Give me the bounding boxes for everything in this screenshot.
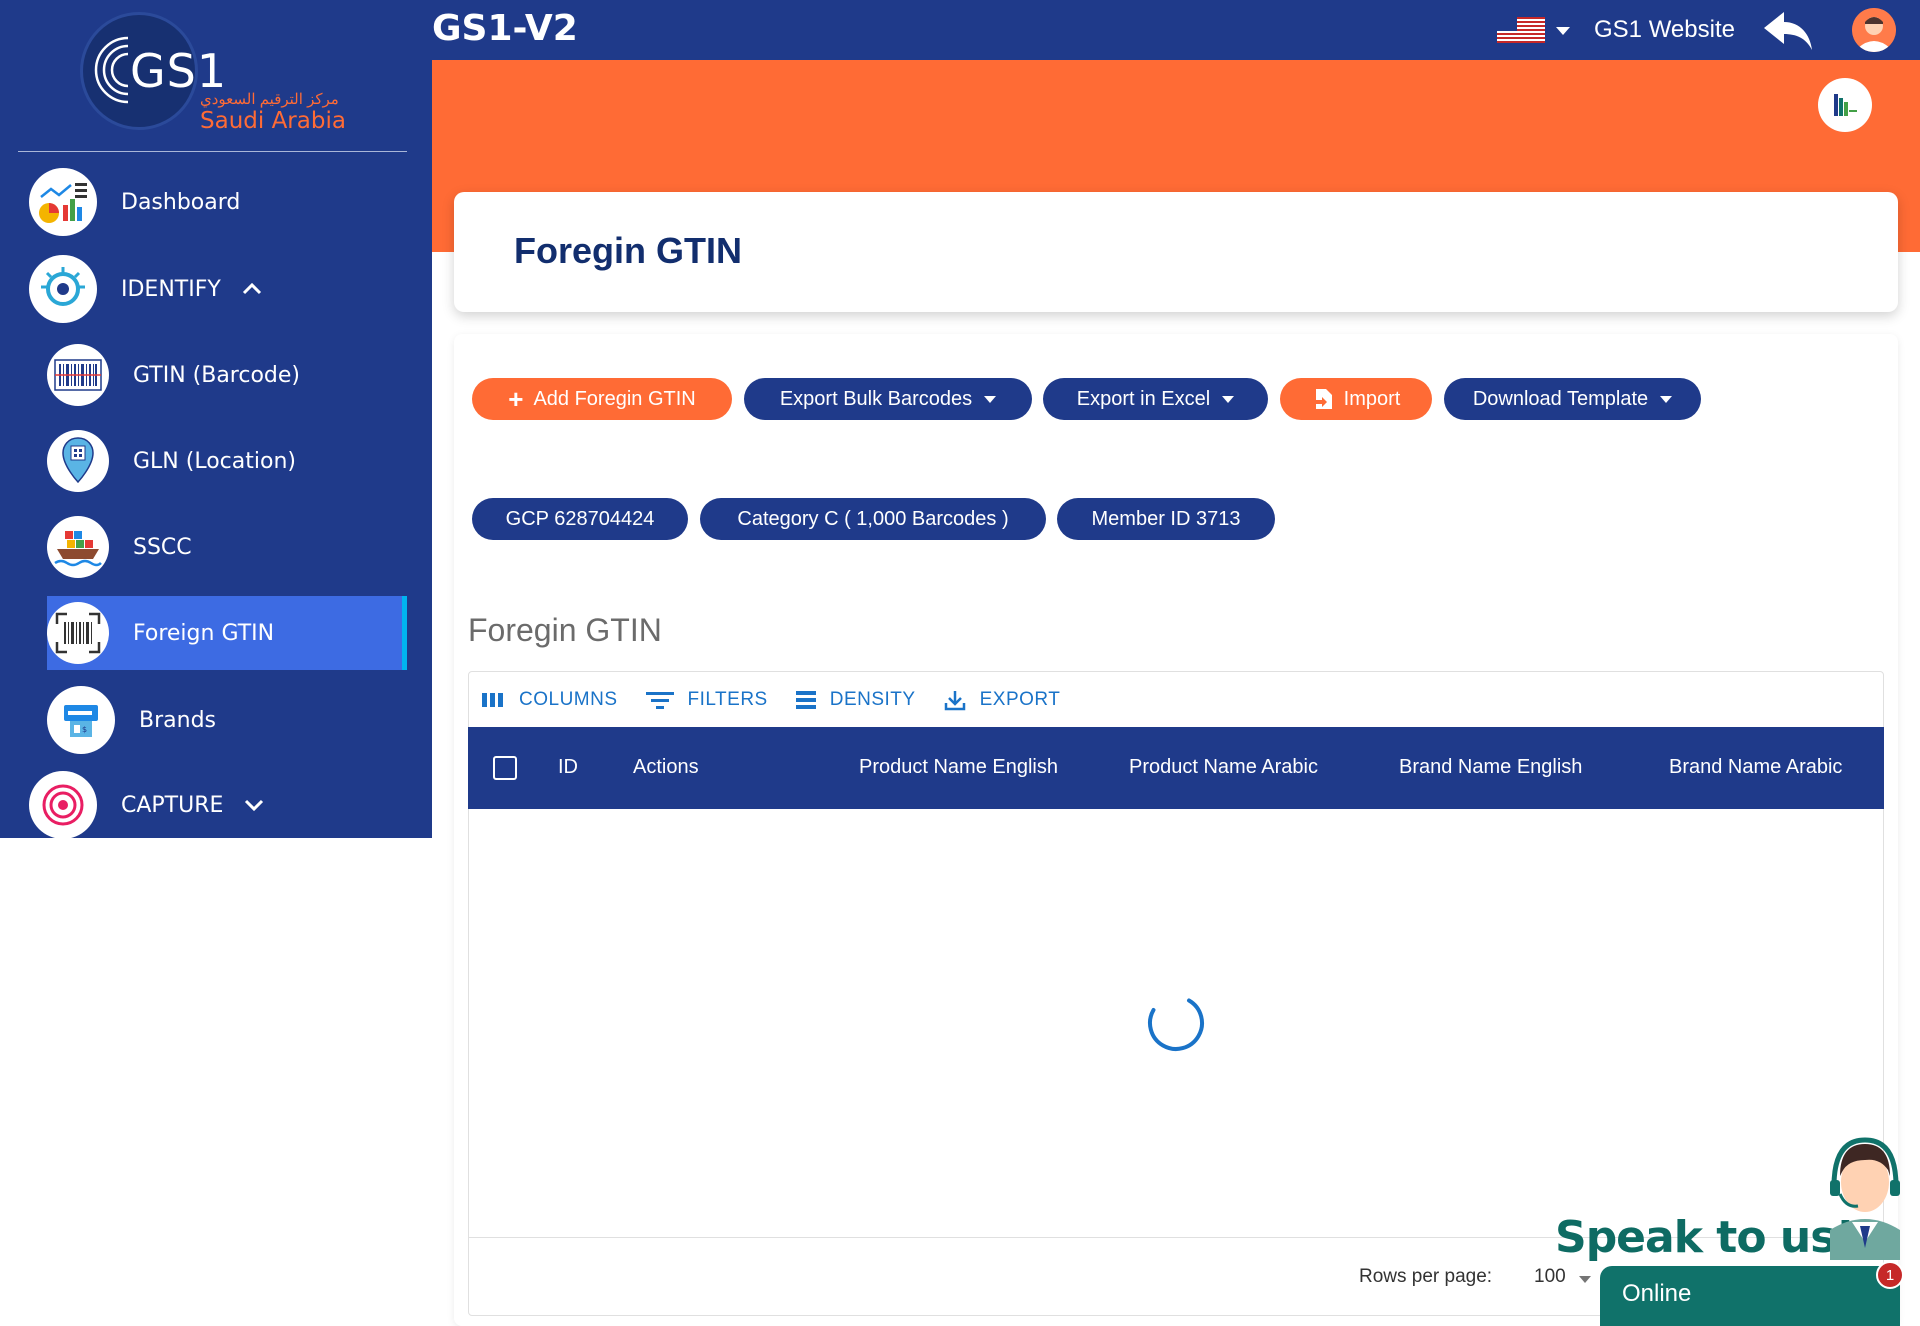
svg-text:$: $ (82, 725, 87, 734)
import-file-icon (1313, 389, 1332, 409)
caret-down-icon (1222, 395, 1235, 403)
export-button[interactable]: EXPORT (944, 689, 1061, 711)
column-header-actions[interactable]: Actions (633, 756, 699, 779)
back-arrow-icon[interactable] (1762, 8, 1816, 54)
grid-header: ID Actions Product Name English Product … (468, 727, 1884, 809)
sidebar: GS1 مركز الترقيم السعودي Saudi Arabia Da… (0, 0, 432, 839)
chat-notification-badge: 1 (1876, 1261, 1904, 1289)
sidebar-item-dashboard[interactable]: Dashboard (29, 168, 240, 236)
export-bulk-barcodes-button[interactable]: Export Bulk Barcodes (744, 378, 1032, 420)
dashboard-chart-icon (29, 168, 97, 236)
density-button[interactable]: DENSITY (795, 688, 916, 711)
export-label: EXPORT (979, 688, 1061, 710)
location-pin-icon (47, 430, 109, 492)
sidebar-item-label: Foreign GTIN (133, 620, 275, 646)
import-label: Import (1343, 387, 1401, 410)
us-flag-icon[interactable] (1497, 17, 1545, 43)
column-header-product-name-english[interactable]: Product Name English (859, 756, 1058, 779)
sidebar-item-sscc[interactable]: SSCC (47, 515, 192, 579)
sidebar-item-gtin[interactable]: GTIN (Barcode) (47, 343, 300, 407)
column-header-id[interactable]: ID (558, 756, 578, 779)
grid-toolbar: COLUMNS FILTERS DENSITY EXPORT (469, 672, 1883, 727)
category-chip: Category C ( 1,000 Barcodes ) (700, 498, 1046, 540)
target-icon (29, 771, 97, 839)
rows-per-page-select[interactable]: 100 (1534, 1266, 1566, 1288)
filter-icon (645, 691, 674, 709)
logo-arabic-text: مركز الترقيم السعودي (200, 91, 339, 108)
sidebar-divider (18, 151, 407, 152)
app-title: GS1-V2 (432, 8, 578, 49)
column-header-brand-name-english[interactable]: Brand Name English (1399, 756, 1582, 779)
page-title: Foregin GTIN (514, 230, 742, 271)
add-foreign-gtin-label: Add Foregin GTIN (533, 387, 696, 410)
support-agent-icon[interactable] (1810, 1130, 1920, 1260)
gcp-chip: GCP 628704424 (472, 498, 688, 540)
sidebar-item-label: CAPTURE (121, 792, 224, 818)
export-in-excel-button[interactable]: Export in Excel (1043, 378, 1268, 420)
chat-status-label: Online (1622, 1280, 1692, 1307)
scan-barcode-icon (47, 602, 109, 664)
sidebar-item-label: SSCC (133, 534, 192, 560)
sidebar-item-label: IDENTIFY (121, 276, 221, 302)
gs1-website-link[interactable]: GS1 Website (1594, 16, 1735, 44)
density-icon (795, 690, 816, 709)
sidebar-item-capture[interactable]: CAPTURE (29, 771, 265, 839)
section-title: Foregin GTIN (468, 612, 662, 648)
rows-per-page-caret-icon[interactable] (1579, 1276, 1591, 1283)
gs1-logo[interactable]: GS1 مركز الترقيم السعودي Saudi Arabia (0, 0, 432, 150)
eye-icon (29, 255, 97, 323)
member-id-chip: Member ID 3713 (1057, 498, 1275, 540)
sidebar-item-foreign-gtin[interactable]: Foreign GTIN (47, 596, 407, 670)
columns-label: COLUMNS (519, 688, 618, 710)
chevron-down-icon (245, 799, 264, 812)
sidebar-item-brands[interactable]: $ Brands (47, 686, 216, 754)
sidebar-item-label: Dashboard (121, 189, 241, 215)
sidebar-item-gln[interactable]: GLN (Location) (47, 429, 296, 493)
columns-icon (482, 692, 503, 707)
filters-label: FILTERS (687, 688, 768, 710)
download-template-button[interactable]: Download Template (1444, 378, 1701, 420)
filters-button[interactable]: FILTERS (645, 688, 768, 711)
density-label: DENSITY (829, 688, 916, 710)
download-template-label: Download Template (1472, 387, 1649, 410)
user-avatar[interactable] (1852, 8, 1896, 52)
loading-spinner-icon (1148, 998, 1204, 1051)
sidebar-item-label: GLN (Location) (133, 448, 296, 474)
select-all-checkbox[interactable] (493, 756, 517, 780)
column-header-product-name-arabic[interactable]: Product Name Arabic (1129, 756, 1318, 779)
chat-online-bar[interactable]: Online (1600, 1266, 1900, 1326)
brand-tag-icon: $ (47, 686, 115, 754)
logo-subtitle: Saudi Arabia (200, 108, 346, 134)
column-header-brand-name-arabic[interactable]: Brand Name Arabic (1669, 756, 1842, 779)
export-in-excel-label: Export in Excel (1076, 387, 1211, 410)
sidebar-item-label: Brands (139, 707, 216, 733)
sidebar-item-label: GTIN (Barcode) (133, 362, 300, 388)
caret-down-icon (1660, 395, 1673, 403)
columns-button[interactable]: COLUMNS (481, 689, 618, 711)
download-icon (944, 690, 965, 710)
barcode-icon (47, 344, 109, 406)
sidebar-item-identify[interactable]: IDENTIFY (29, 255, 263, 323)
rows-per-page-label: Rows per page: (1359, 1266, 1493, 1287)
chevron-up-icon (242, 282, 261, 295)
company-logo-badge[interactable] (1818, 78, 1872, 132)
import-button[interactable]: Import (1280, 378, 1432, 420)
caret-down-icon (984, 395, 997, 403)
cargo-ship-icon (47, 516, 109, 578)
plus-icon: + (508, 384, 524, 414)
export-bulk-barcodes-label: Export Bulk Barcodes (779, 387, 973, 410)
add-foreign-gtin-button[interactable]: + Add Foregin GTIN (472, 378, 732, 420)
language-dropdown-caret-icon[interactable] (1556, 27, 1570, 35)
page-title-card: Foregin GTIN (454, 192, 1898, 312)
company-logo-icon (1834, 94, 1857, 116)
